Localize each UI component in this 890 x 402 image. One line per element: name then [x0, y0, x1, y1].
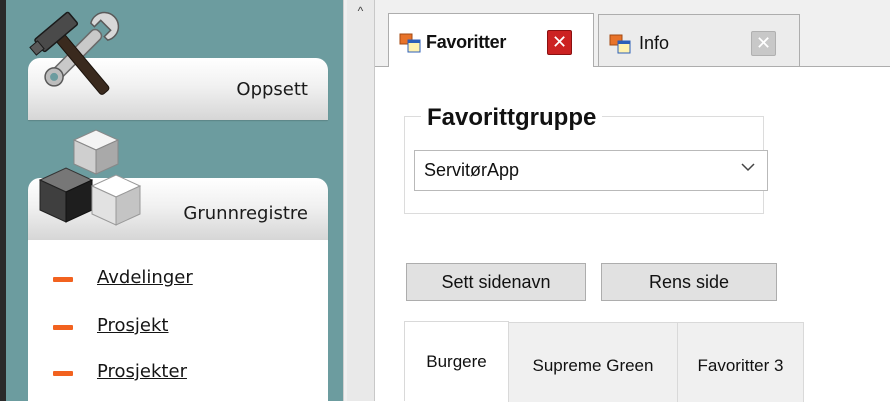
tools-icon — [29, 11, 120, 95]
close-tab-icon[interactable]: ✕ — [547, 30, 572, 55]
vertical-scrollbar[interactable]: ^ — [347, 0, 374, 401]
nav-item-label: Avdelinger — [97, 267, 193, 288]
tab-favoritter[interactable]: Favoritter ✕ — [388, 13, 594, 67]
favorite-group-dropdown[interactable]: ServitørApp — [414, 150, 768, 191]
tab-info[interactable]: Info ✕ — [598, 14, 800, 66]
selected-group-value: ServitørApp — [424, 160, 520, 180]
clear-page-button[interactable]: Rens side — [601, 263, 777, 301]
tab-label: Info — [639, 33, 670, 53]
nav-item-prosjekt[interactable]: Prosjekt — [28, 313, 328, 339]
bullet-dash-icon — [53, 371, 73, 376]
main-area: Favoritter ✕ Info ✕ Favorittgruppe Servi… — [374, 0, 890, 402]
set-page-name-button[interactable]: Sett sidenavn — [406, 263, 586, 301]
favorite-pages-tabstrip: Burgere Supreme Green Favoritter 3 — [404, 321, 804, 402]
tab-label: Supreme Green — [532, 356, 654, 375]
nav-item-prosjekter[interactable]: Prosjekter — [28, 359, 328, 385]
tab-label: Favoritter — [426, 32, 507, 52]
favoritter-page: Favorittgruppe ServitørApp Sett sidenavn… — [375, 67, 890, 402]
bullet-dash-icon — [53, 325, 73, 330]
nav-item-avdelinger[interactable]: Avdelinger — [28, 265, 328, 291]
section-label-oppsett: Oppsett — [236, 79, 308, 100]
tab-page-supreme-green[interactable]: Supreme Green — [508, 322, 678, 402]
tab-page-burgere[interactable]: Burgere — [404, 321, 509, 401]
close-tab-icon[interactable]: ✕ — [751, 31, 776, 56]
scroll-up-arrow-icon[interactable]: ^ — [347, 4, 374, 24]
section-label-grunnregistre: Grunnregistre — [183, 203, 308, 224]
tab-label: Burgere — [426, 352, 487, 371]
grunnregistre-list: Avdelinger Prosjekt Prosjekter — [28, 240, 328, 401]
nav-item-label: Prosjekter — [97, 361, 187, 382]
window-layout-icon — [609, 34, 631, 54]
tab-page-favoritter-3[interactable]: Favoritter 3 — [677, 322, 804, 402]
navigation-sidebar: Oppsett Grunnregistre Avdelinger Prosjek… — [6, 0, 343, 401]
tab-label: Favoritter 3 — [697, 356, 784, 375]
bullet-dash-icon — [53, 277, 73, 282]
window-layout-icon — [399, 33, 421, 53]
nav-item-label: Prosjekt — [97, 315, 169, 336]
cubes-icon — [38, 129, 142, 226]
chevron-down-icon — [741, 163, 755, 172]
group-title: Favorittgruppe — [421, 104, 603, 132]
